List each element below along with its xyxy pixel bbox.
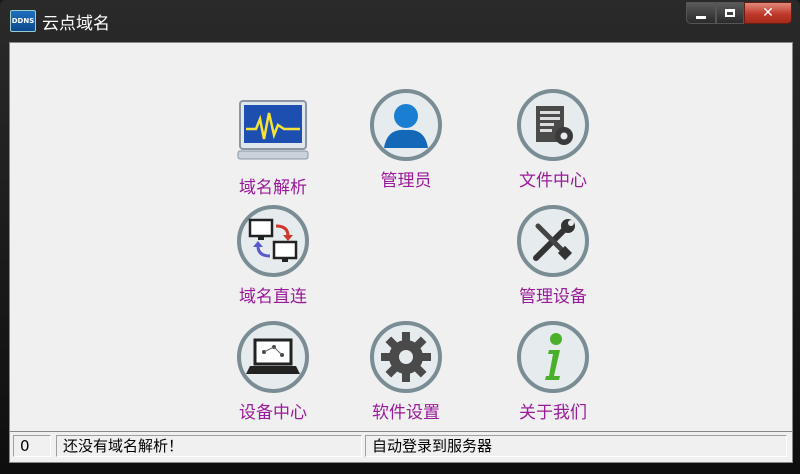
status-count: 0 — [13, 435, 51, 457]
tile-label: 域名直连 — [239, 287, 307, 307]
status-bar: 0 还没有域名解析！ 自动登录到服务器 — [9, 431, 793, 463]
network-computers-icon — [237, 205, 309, 277]
window-title: 云点域名 — [42, 14, 110, 34]
window-controls: ✕ — [686, 2, 792, 24]
app-logo-icon: DDNS — [10, 10, 36, 32]
tile-device-center[interactable]: 设备中心 — [218, 320, 328, 423]
tile-label: 管理设备 — [519, 287, 587, 307]
maximize-button[interactable] — [716, 2, 744, 24]
close-icon: ✕ — [762, 5, 774, 21]
laptop-icon — [237, 321, 309, 393]
tile-dns-direct[interactable]: 域名直连 — [218, 204, 328, 307]
tile-label: 软件设置 — [372, 403, 440, 423]
monitor-waveform-icon — [237, 100, 309, 160]
tile-file-center[interactable]: 文件中心 — [498, 88, 608, 191]
minimize-icon — [696, 15, 706, 19]
tile-label: 设备中心 — [239, 403, 307, 423]
gear-icon — [370, 321, 442, 393]
tile-label: 域名解析 — [239, 178, 307, 198]
tile-manage-devices[interactable]: 管理设备 — [498, 204, 608, 307]
info-icon — [517, 321, 589, 393]
tile-software-settings[interactable]: 软件设置 — [351, 320, 461, 423]
wrench-screwdriver-icon — [517, 205, 589, 277]
tile-dns-resolve[interactable]: 域名解析 — [218, 95, 328, 198]
maximize-icon — [725, 9, 735, 17]
tile-label: 管理员 — [380, 171, 432, 191]
minimize-button[interactable] — [686, 2, 716, 24]
admin-user-icon — [370, 89, 442, 161]
status-login: 自动登录到服务器 — [365, 435, 787, 457]
title-bar[interactable]: DDNS 云点域名 ✕ — [0, 0, 800, 40]
document-gear-icon — [517, 89, 589, 161]
tile-label: 文件中心 — [519, 171, 587, 191]
main-panel: 域名解析 管理员 文件中心 域名直连 管理设备 设备中心 软件设置 关于我们 — [9, 42, 793, 432]
status-message: 还没有域名解析！ — [56, 435, 362, 457]
tile-label: 关于我们 — [519, 403, 587, 423]
tile-about-us[interactable]: 关于我们 — [498, 320, 608, 423]
tile-admin[interactable]: 管理员 — [351, 88, 461, 191]
app-window: DDNS 云点域名 ✕ 域名解析 管理员 文件中心 域名直连 管理设备 设备中心… — [0, 0, 800, 474]
close-button[interactable]: ✕ — [744, 2, 792, 24]
